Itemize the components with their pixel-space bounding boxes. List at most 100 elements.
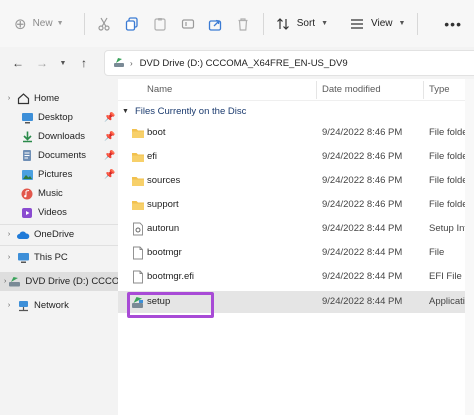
file-row[interactable]: sources 9/24/2022 8:46 PM File folder [118, 170, 474, 192]
nav-item-pictures[interactable]: Pictures 📌 [0, 165, 118, 184]
clipboard-icon [154, 17, 166, 31]
breadcrumb-separator-icon: › [130, 58, 133, 68]
trash-icon [238, 17, 248, 31]
dvd-drive-icon [113, 57, 125, 69]
file-row[interactable]: bootmgr.efi 9/24/2022 8:44 PM EFI File [118, 266, 474, 288]
column-header-name[interactable]: Name [147, 84, 172, 95]
new-button[interactable]: ⊕ New ▼ [14, 15, 64, 33]
nav-item-label: OneDrive [34, 229, 75, 240]
pin-icon[interactable]: 📌 [104, 169, 115, 180]
column-header-date[interactable]: Date modified [322, 84, 381, 95]
folder-icon [131, 174, 145, 188]
nav-item-label: Home [34, 93, 60, 104]
expand-chevron-icon[interactable]: › [4, 278, 6, 285]
list-view-icon [350, 17, 364, 31]
chevron-down-icon: ▼ [56, 20, 64, 27]
network-icon [16, 299, 30, 313]
nav-item-videos[interactable]: Videos [0, 203, 118, 222]
sort-label: Sort [296, 18, 316, 29]
up-arrow-icon[interactable]: ↑ [72, 56, 96, 70]
paste-button[interactable] [146, 9, 174, 39]
expand-chevron-icon[interactable]: › [4, 95, 14, 102]
plus-icon: ⊕ [14, 15, 27, 33]
sort-button[interactable]: Sort ▼ [270, 9, 334, 39]
file-row[interactable]: support 9/24/2022 8:46 PM File folder [118, 194, 474, 216]
copy-button[interactable] [118, 9, 146, 39]
rename-button[interactable] [174, 9, 202, 39]
toolbar-divider [262, 12, 264, 35]
home-icon [16, 92, 30, 106]
folder-icon [131, 126, 145, 140]
sort-icon [276, 17, 290, 31]
nav-item-music[interactable]: Music [0, 184, 118, 203]
nav-item-onedrive[interactable]: › OneDrive [0, 225, 118, 244]
chevron-down-icon: ▼ [122, 108, 129, 115]
share-icon [209, 19, 222, 31]
pin-icon[interactable]: 📌 [104, 150, 115, 161]
nav-item-network[interactable]: › Network [0, 296, 118, 315]
nav-divider [0, 245, 118, 246]
file-name: bootmgr [147, 247, 182, 258]
file-icon [131, 246, 145, 260]
share-button[interactable] [201, 9, 229, 39]
file-date: 9/24/2022 8:46 PM [322, 151, 403, 162]
setup-info-icon [131, 222, 145, 236]
computer-icon [16, 251, 30, 265]
pin-icon[interactable]: 📌 [104, 112, 115, 123]
expand-chevron-icon[interactable]: › [4, 254, 14, 261]
cloud-icon [16, 228, 30, 242]
nav-item-label: Desktop [38, 112, 73, 123]
recent-locations-chevron-icon[interactable]: ▼ [54, 60, 72, 67]
file-date: 9/24/2022 8:44 PM [322, 223, 403, 234]
dvd-drive-icon [8, 275, 21, 289]
file-type: File [429, 247, 445, 258]
copy-icon [125, 16, 138, 31]
nav-item-downloads[interactable]: Downloads 📌 [0, 127, 118, 146]
nav-item-label: Pictures [38, 169, 73, 180]
nav-item-dvd-drive[interactable]: › DVD Drive (D:) CCCOMA_X64FRE_EN-US_DV9 [0, 272, 118, 291]
file-row[interactable]: boot 9/24/2022 8:46 PM File folder [118, 122, 474, 144]
pictures-icon [20, 168, 34, 182]
file-row[interactable]: efi 9/24/2022 8:46 PM File folder [118, 146, 474, 168]
file-row[interactable]: bootmgr 9/24/2022 8:44 PM File [118, 242, 474, 264]
file-list: Name Date modified Type ▼ Files Currentl… [118, 79, 474, 415]
folder-icon [131, 198, 145, 212]
expand-chevron-icon[interactable]: › [4, 302, 14, 309]
nav-item-desktop[interactable]: Desktop 📌 [0, 108, 118, 127]
toolbar-divider [83, 12, 85, 35]
file-date: 9/24/2022 8:44 PM [322, 247, 403, 258]
pin-icon[interactable]: 📌 [104, 131, 115, 142]
view-label: View [371, 18, 393, 29]
group-header[interactable]: ▼ Files Currently on the Disc [122, 106, 246, 117]
see-more-button[interactable]: ••• [432, 16, 474, 32]
music-icon [20, 187, 34, 201]
column-divider[interactable] [316, 81, 317, 99]
delete-button[interactable] [229, 9, 257, 39]
cut-button[interactable] [90, 9, 118, 39]
folder-icon [131, 150, 145, 164]
column-header-type[interactable]: Type [429, 84, 450, 95]
scissors-icon [98, 17, 110, 31]
scrollbar[interactable] [465, 79, 474, 415]
file-name: boot [147, 127, 166, 138]
column-divider[interactable] [423, 81, 424, 99]
address-bar[interactable]: › DVD Drive (D:) CCCOMA_X64FRE_EN-US_DV9 [104, 50, 474, 76]
expand-chevron-icon[interactable]: › [4, 231, 14, 238]
nav-item-label: Documents [38, 150, 87, 161]
desktop-icon [20, 111, 34, 125]
breadcrumb-path[interactable]: DVD Drive (D:) CCCOMA_X64FRE_EN-US_DV9 [140, 58, 348, 69]
nav-item-this-pc[interactable]: › This PC [0, 248, 118, 267]
file-row[interactable]: autorun 9/24/2022 8:44 PM Setup Informat… [118, 218, 474, 240]
forward-arrow-icon[interactable]: → [30, 56, 54, 70]
nav-item-documents[interactable]: Documents 📌 [0, 146, 118, 165]
group-label: Files Currently on the Disc [134, 106, 247, 117]
back-arrow-icon[interactable]: ← [6, 56, 30, 70]
view-button[interactable]: View ▼ [344, 9, 411, 39]
navigation-bar: ← → ▼ ↑ › DVD Drive (D:) CCCOMA_X64FRE_E… [0, 47, 474, 79]
nav-item-home[interactable]: › Home [0, 89, 118, 108]
nav-item-label: This PC [34, 252, 68, 263]
file-name: sources [147, 175, 181, 186]
nav-item-label: Network [34, 300, 69, 311]
navigation-pane: › Home Desktop 📌 Downloads 📌 Documents 📌… [0, 82, 118, 415]
file-name: efi [147, 151, 158, 162]
